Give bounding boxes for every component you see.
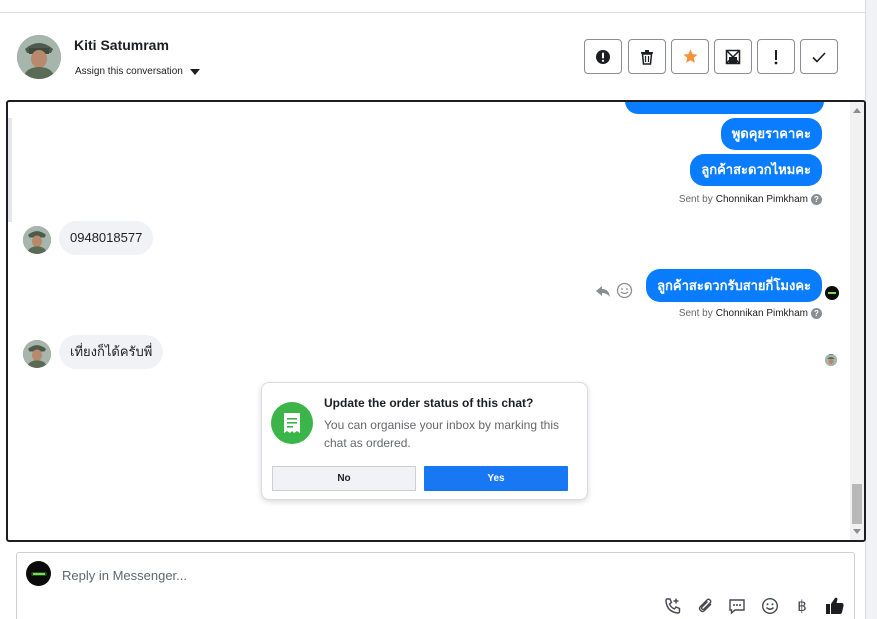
help-icon[interactable]: ? xyxy=(811,194,822,205)
contact-avatar[interactable] xyxy=(17,35,61,79)
sent-by-name: Chonnikan Pimkham xyxy=(715,308,808,319)
mark-unread-icon xyxy=(725,49,741,64)
conversation-left-scroll xyxy=(8,118,12,222)
order-prompt-description: You can organise your inbox by marking t… xyxy=(324,418,560,450)
message-bubble-outgoing-partial[interactable] xyxy=(625,102,824,114)
scroll-up-arrow[interactable] xyxy=(853,108,861,113)
check-icon xyxy=(812,51,826,63)
reply-composer: ฿ xyxy=(16,552,855,619)
receipt-icon xyxy=(271,402,313,444)
delete-button[interactable] xyxy=(628,39,666,74)
conversation-panel: พูดคุยราคาคะ ลูกค้าสะดวกไหมคะ Sent by Ch… xyxy=(6,100,866,542)
yes-button[interactable]: Yes xyxy=(424,466,568,491)
sent-by-label: Sent by Chonnikan Pimkham ? xyxy=(679,194,822,205)
emoji-icon[interactable] xyxy=(760,596,780,616)
caret-down-icon xyxy=(189,68,200,75)
sent-by-prefix: Sent by xyxy=(678,308,713,319)
sent-by-prefix: Sent by xyxy=(678,194,713,205)
page-scrollbar[interactable] xyxy=(865,0,877,619)
scroll-thumb[interactable] xyxy=(852,484,862,524)
message-bubble-outgoing[interactable]: ลูกค้าสะดวกไหมคะ xyxy=(690,154,822,186)
star-icon xyxy=(682,49,698,63)
phone-plus-icon[interactable] xyxy=(663,596,683,616)
contact-avatar-small xyxy=(23,226,51,254)
contact-name[interactable]: Kiti Satumram xyxy=(74,37,169,53)
assign-label: Assign this conversation xyxy=(75,66,183,77)
top-divider xyxy=(0,12,865,13)
scroll-down-arrow[interactable] xyxy=(853,529,861,534)
help-icon[interactable]: ? xyxy=(811,308,822,319)
exclamation-icon xyxy=(774,49,778,64)
sent-by-name: Chonnikan Pimkham xyxy=(715,194,808,205)
trash-icon xyxy=(641,49,653,65)
mark-unread-button[interactable] xyxy=(714,39,752,74)
message-bubble-incoming[interactable]: 0948018577 xyxy=(59,221,154,255)
attachment-icon[interactable] xyxy=(696,596,716,616)
thumbs-up-icon[interactable] xyxy=(825,596,845,616)
inbox-conversation-view: Kiti Satumram Assign this conversation พ… xyxy=(0,0,877,619)
order-prompt-title: Update the order status of this chat? xyxy=(324,396,534,410)
spam-button[interactable] xyxy=(584,39,622,74)
message-bubble-outgoing[interactable]: ลูกค้าสะดวกรับสายกี่โมงคะ xyxy=(646,269,822,302)
no-button[interactable]: No xyxy=(272,466,416,491)
message-bubble-incoming[interactable]: เที่ยงก็ได้ครับพี่ xyxy=(59,335,164,369)
baht-icon[interactable]: ฿ xyxy=(792,596,812,616)
react-emoji-icon[interactable] xyxy=(616,282,633,299)
done-button[interactable] xyxy=(800,39,838,74)
seen-contact-avatar xyxy=(825,354,837,366)
follow-up-button[interactable] xyxy=(757,39,795,74)
assign-conversation-dropdown[interactable]: Assign this conversation xyxy=(75,66,200,77)
order-status-prompt: Update the order status of this chat? Yo… xyxy=(261,382,588,500)
seen-page-avatar xyxy=(825,286,839,300)
page-avatar xyxy=(26,561,51,586)
alert-circle-icon xyxy=(596,49,610,64)
reply-icon[interactable] xyxy=(595,283,611,299)
conversation-scrollbar[interactable] xyxy=(850,102,864,540)
star-button[interactable] xyxy=(671,39,709,74)
saved-replies-icon[interactable] xyxy=(727,596,747,616)
reply-input[interactable] xyxy=(62,565,622,585)
contact-avatar-small xyxy=(23,340,51,368)
sent-by-label: Sent by Chonnikan Pimkham ? xyxy=(679,308,822,319)
message-bubble-outgoing[interactable]: พูดคุยราคาคะ xyxy=(720,118,822,150)
